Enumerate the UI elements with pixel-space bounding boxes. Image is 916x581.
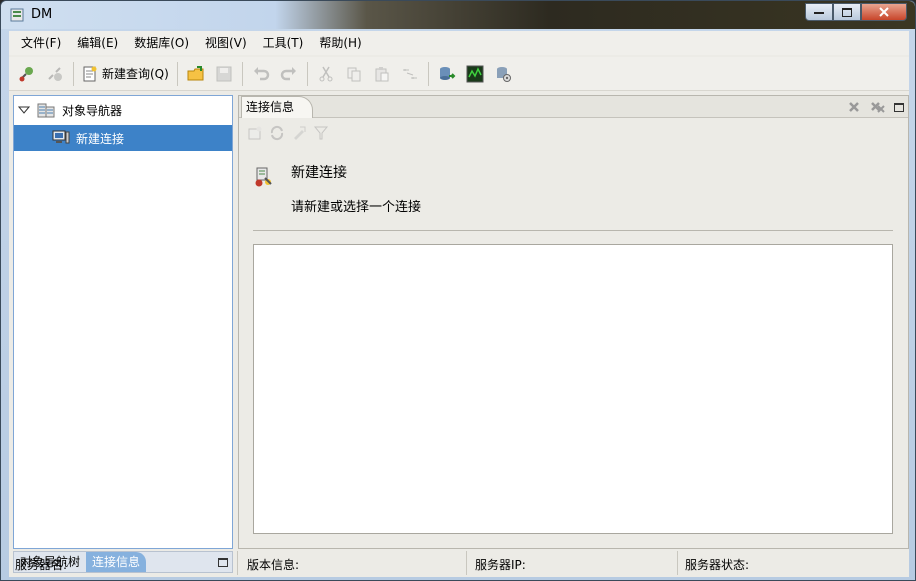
redo-button[interactable] (277, 62, 301, 86)
connect-icon (19, 66, 33, 81)
close-editor-button[interactable] (846, 99, 862, 115)
minimize-button[interactable] (805, 3, 833, 21)
close-all-editors-button[interactable] (870, 99, 886, 115)
redo-icon (280, 66, 296, 80)
toolbar-separator (241, 61, 243, 86)
db-export-button[interactable] (435, 62, 459, 86)
maximize-button[interactable] (833, 3, 861, 21)
close-all-icon (871, 102, 885, 113)
cut-button[interactable] (314, 62, 338, 86)
copy-button[interactable] (342, 62, 366, 86)
new-query-icon (83, 66, 97, 81)
status-server-ip: 服务器IP: (475, 558, 526, 572)
editor-tab-actions (846, 99, 904, 115)
maximize-icon (842, 7, 852, 17)
toolbar-separator (73, 61, 74, 86)
disconnect-icon (48, 66, 62, 81)
maximize-panel-icon[interactable] (218, 557, 228, 567)
chevron-down-icon[interactable] (18, 104, 30, 116)
menu-file[interactable]: 文件(F) (13, 32, 69, 54)
main-toolbar: 新建查询(Q) (9, 57, 909, 91)
maximize-editor-icon[interactable] (894, 102, 904, 112)
disconnect-button[interactable] (43, 62, 67, 86)
tree-item-new-connection[interactable]: 新建连接 (14, 125, 232, 151)
menu-view[interactable]: 视图(V) (197, 32, 255, 54)
status-version: 版本信息: (247, 558, 300, 572)
db-export-icon (439, 66, 456, 80)
editor-panel: 连接信息 新建连接 请新建或选择一个连接 (238, 95, 909, 549)
db-settings-button[interactable] (491, 62, 515, 86)
db-settings-icon (496, 66, 511, 82)
paste-icon (375, 66, 389, 81)
close-icon (879, 7, 889, 17)
menu-bar: 文件(F) 编辑(E) 数据库(O) 视图(V) 工具(T) 帮助(H) (9, 31, 909, 55)
title-bar[interactable]: DM (1, 1, 915, 29)
menu-edit[interactable]: 编辑(E) (69, 32, 126, 54)
menu-database[interactable]: 数据库(O) (126, 32, 197, 54)
computer-icon (52, 130, 70, 144)
save-icon (216, 66, 232, 81)
client-area: 文件(F) 编辑(E) 数据库(O) 视图(V) 工具(T) 帮助(H) 新建查… (9, 31, 909, 577)
dm-convert-button[interactable] (398, 62, 422, 86)
window-title: DM (31, 7, 53, 22)
minimize-icon (814, 12, 824, 14)
cut-icon (319, 66, 333, 81)
monitor-button[interactable] (463, 62, 487, 86)
tree-root-item[interactable]: 对象导航器 (14, 98, 232, 122)
window-controls (805, 3, 907, 21)
new-query-button[interactable]: 新建查询(Q) (78, 62, 173, 86)
toolbar-separator (427, 61, 429, 86)
close-icon (849, 102, 859, 112)
connection-subtitle: 请新建或选择一个连接 (291, 200, 422, 215)
status-server-name: 服务器名: (15, 558, 68, 572)
application-window: DM 文件(F) 编辑(E) 数据库(O) 视图(V) 工具(T) 帮助(H) (0, 0, 916, 581)
object-navigator-panel: 对象导航器 新建连接 (13, 95, 233, 549)
section-divider (253, 230, 893, 231)
menu-help[interactable]: 帮助(H) (311, 32, 369, 54)
toolbar-separator (306, 61, 308, 86)
new-item-icon[interactable] (247, 125, 263, 141)
open-icon (187, 65, 204, 80)
monitor-icon (466, 65, 484, 82)
connection-title: 新建连接 (291, 165, 347, 181)
undo-icon (253, 66, 270, 80)
editor-tab-bar: 连接信息 (239, 96, 908, 118)
menu-tools[interactable]: 工具(T) (255, 32, 312, 54)
connection-wizard-icon (255, 167, 272, 187)
connect-button[interactable] (15, 62, 39, 86)
status-separator (237, 551, 238, 575)
dm-convert-icon (402, 68, 417, 79)
filter-icon[interactable] (313, 125, 329, 141)
edit-icon[interactable] (291, 125, 307, 141)
copy-icon (347, 67, 361, 81)
tree-root-label: 对象导航器 (62, 103, 123, 118)
status-server-state: 服务器状态: (685, 558, 750, 572)
undo-button[interactable] (249, 62, 273, 86)
database-tree-icon (37, 103, 55, 118)
toolbar-separator (176, 61, 178, 86)
open-button[interactable] (184, 62, 208, 86)
tab-connection-info-editor[interactable]: 连接信息 (241, 96, 314, 118)
status-separator (466, 551, 467, 575)
new-query-label: 新建查询(Q) (102, 67, 169, 81)
refresh-icon[interactable] (269, 125, 285, 141)
close-button[interactable] (861, 3, 907, 21)
editor-toolbar (247, 122, 329, 144)
connection-detail-area (253, 244, 893, 534)
paste-button[interactable] (370, 62, 394, 86)
app-database-icon (10, 8, 24, 22)
tree-item-label: 新建连接 (76, 131, 125, 146)
status-separator (677, 551, 678, 575)
save-button[interactable] (212, 62, 236, 86)
tab-connection-info[interactable]: 连接信息 (86, 552, 147, 572)
